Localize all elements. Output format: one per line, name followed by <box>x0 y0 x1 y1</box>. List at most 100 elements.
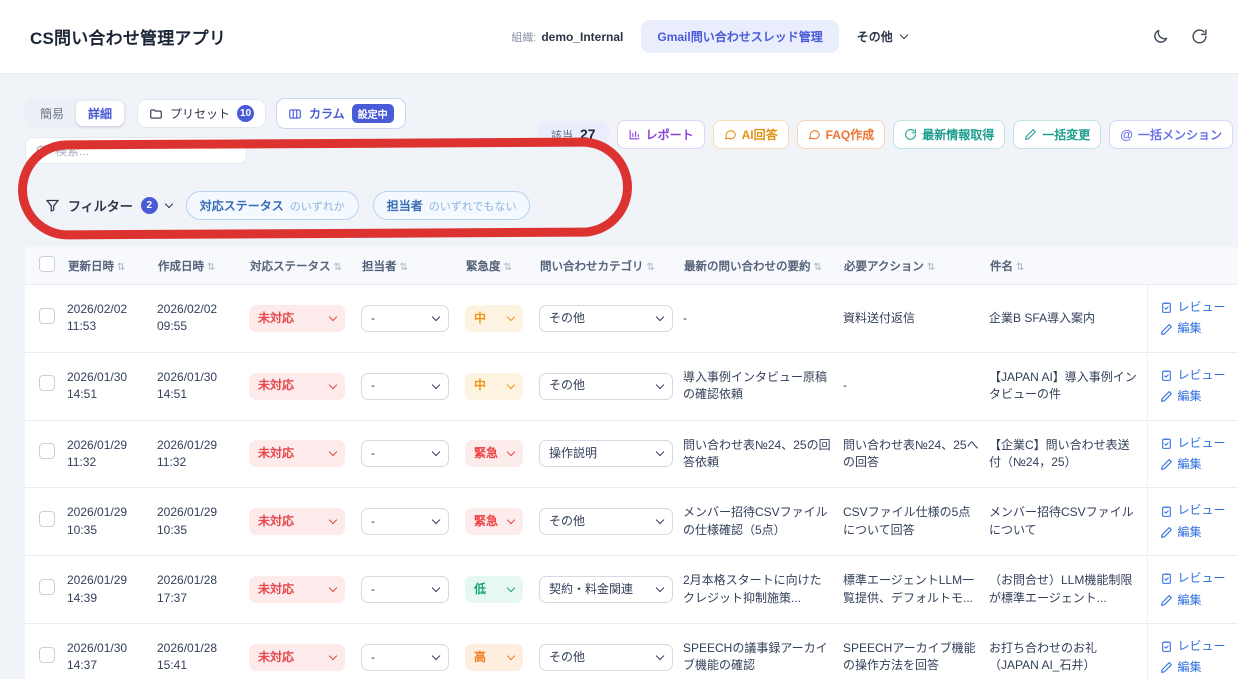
row-checkbox[interactable] <box>39 511 55 528</box>
columns-button[interactable]: カラム 設定中 <box>276 98 406 129</box>
chevron-down-icon <box>655 583 665 593</box>
main-content: 簡易 詳細 プリセット 10 カラム 設定中 検索... 該当 27 レポート … <box>0 74 1238 679</box>
updated-date: 2026/02/02 <box>67 302 128 316</box>
pencil-icon <box>1160 323 1172 335</box>
status-select[interactable]: 未対応 <box>249 440 345 468</box>
ai-answer-button[interactable]: AI回答 <box>712 120 789 149</box>
reload-button[interactable] <box>1191 28 1208 45</box>
column-header-status[interactable]: 対応ステータス ⇅ <box>247 247 359 285</box>
column-header-category[interactable]: 問い合わせカテゴリ ⇅ <box>537 247 681 285</box>
column-header-updated[interactable]: 更新日時 ⇅ <box>65 247 155 285</box>
more-menu-button[interactable]: その他 <box>857 28 908 45</box>
edit-link[interactable]: 編集 <box>1160 524 1231 541</box>
clipboard-check-icon <box>1161 370 1171 381</box>
status-select[interactable]: 未対応 <box>249 304 345 332</box>
sort-icon[interactable]: ⇅ <box>117 262 125 273</box>
edit-link[interactable]: 編集 <box>1160 320 1231 337</box>
urgency-select[interactable]: 中 <box>465 304 523 332</box>
assignee-select[interactable]: - <box>361 508 449 536</box>
mode-detail-tab[interactable]: 詳細 <box>76 101 125 126</box>
assignee-select[interactable]: - <box>361 643 449 671</box>
search-input[interactable] <box>55 143 237 158</box>
category-select[interactable]: その他 <box>539 643 673 671</box>
row-checkbox[interactable] <box>39 307 55 324</box>
sort-icon[interactable]: ⇅ <box>647 262 655 273</box>
preset-button[interactable]: プリセット 10 <box>137 99 267 128</box>
assignee-select[interactable]: - <box>361 440 449 468</box>
sort-icon[interactable]: ⇅ <box>504 262 512 273</box>
edit-link[interactable]: 編集 <box>1160 592 1231 609</box>
sort-icon[interactable]: ⇅ <box>334 262 342 273</box>
filter-chip-status[interactable]: 対応ステータス のいずれか <box>185 191 359 220</box>
category-select[interactable]: その他 <box>539 304 673 332</box>
urgency-select[interactable]: 緊急 <box>465 440 523 468</box>
row-checkbox[interactable] <box>39 443 55 460</box>
row-checkbox[interactable] <box>39 578 55 595</box>
category-select[interactable]: 操作説明 <box>539 440 673 468</box>
row-checkbox[interactable] <box>39 375 55 392</box>
status-select[interactable]: 未対応 <box>249 372 345 400</box>
category-select[interactable]: その他 <box>539 508 673 536</box>
bulk-change-button[interactable]: 一括変更 <box>1013 120 1102 149</box>
urgency-select[interactable]: 緊急 <box>465 508 523 536</box>
updated-time: 14:39 <box>67 590 98 605</box>
category-select[interactable]: 契約・料金関連 <box>539 576 673 604</box>
status-select[interactable]: 未対応 <box>249 576 345 604</box>
sort-icon[interactable]: ⇅ <box>207 262 215 273</box>
updated-date: 2026/01/30 <box>67 369 128 384</box>
review-link[interactable]: レビュー <box>1160 435 1231 452</box>
filter-chip-assignee[interactable]: 担当者 のいずれでもない <box>372 191 531 220</box>
action-cell: 問い合わせ表№24、25への回答 <box>841 419 987 488</box>
sort-icon[interactable]: ⇅ <box>814 262 822 273</box>
gmail-thread-button[interactable]: Gmail問い合わせスレッド管理 <box>641 20 839 53</box>
edit-link[interactable]: 編集 <box>1160 456 1231 473</box>
review-label: レビュー <box>1177 503 1226 518</box>
filter-button[interactable]: フィルター 2 <box>45 196 173 215</box>
assignee-select[interactable]: - <box>361 372 449 400</box>
column-header-assignee[interactable]: 担当者 ⇅ <box>359 247 463 285</box>
assignee-select[interactable]: - <box>361 304 449 332</box>
urgency-select[interactable]: 高 <box>465 643 523 671</box>
column-header-summary[interactable]: 最新の問い合わせの要約 ⇅ <box>681 247 841 285</box>
review-link[interactable]: レビュー <box>1160 570 1231 587</box>
column-header-action[interactable]: 必要アクション ⇅ <box>841 247 987 285</box>
sort-icon[interactable]: ⇅ <box>1016 262 1024 273</box>
status-select[interactable]: 未対応 <box>249 508 345 536</box>
column-header-urgency[interactable]: 緊急度 ⇅ <box>463 247 537 285</box>
review-label: レビュー <box>1177 638 1226 653</box>
subject-cell: 【企業C】問い合わせ表送付（№24，25） <box>987 419 1147 488</box>
edit-link[interactable]: 編集 <box>1160 388 1231 405</box>
assignee-select[interactable]: - <box>361 576 449 604</box>
review-link[interactable]: レビュー <box>1160 299 1231 316</box>
clipboard-check-icon <box>1161 302 1171 314</box>
review-link[interactable]: レビュー <box>1160 638 1231 655</box>
sort-icon[interactable]: ⇅ <box>927 262 935 273</box>
select-all-checkbox[interactable] <box>39 256 55 272</box>
updated-time: 11:32 <box>67 454 97 469</box>
refresh-icon <box>1192 29 1207 44</box>
chip-condition: のいずれか <box>289 200 345 213</box>
faq-create-button[interactable]: FAQ作成 <box>796 120 886 149</box>
sort-icon[interactable]: ⇅ <box>400 262 408 273</box>
dark-mode-toggle[interactable] <box>1152 28 1169 45</box>
edit-link[interactable]: 編集 <box>1160 659 1231 676</box>
category-select[interactable]: その他 <box>539 372 673 400</box>
row-checkbox[interactable] <box>39 646 55 663</box>
urgency-select[interactable]: 低 <box>465 576 523 604</box>
column-header-created[interactable]: 作成日時 ⇅ <box>155 247 247 285</box>
review-link[interactable]: レビュー <box>1160 367 1231 384</box>
fetch-latest-button[interactable]: 最新情報取得 <box>893 120 1006 149</box>
column-header-subject[interactable]: 件名 ⇅ <box>987 247 1147 285</box>
report-button[interactable]: レポート <box>616 120 705 149</box>
review-link[interactable]: レビュー <box>1160 502 1231 519</box>
fetch-latest-label: 最新情報取得 <box>922 128 995 142</box>
updated-date: 2026/01/30 <box>67 640 128 655</box>
preset-label: プリセット <box>170 107 231 121</box>
status-select[interactable]: 未対応 <box>249 643 345 671</box>
mode-simple-tab[interactable]: 簡易 <box>28 101 76 126</box>
created-time: 09:55 <box>157 319 188 334</box>
bulk-mention-button[interactable]: @ 一括メンション <box>1109 120 1233 149</box>
urgency-select[interactable]: 中 <box>465 372 523 400</box>
edit-label: 編集 <box>1177 389 1202 404</box>
ai-answer-label: AI回答 <box>741 128 778 142</box>
